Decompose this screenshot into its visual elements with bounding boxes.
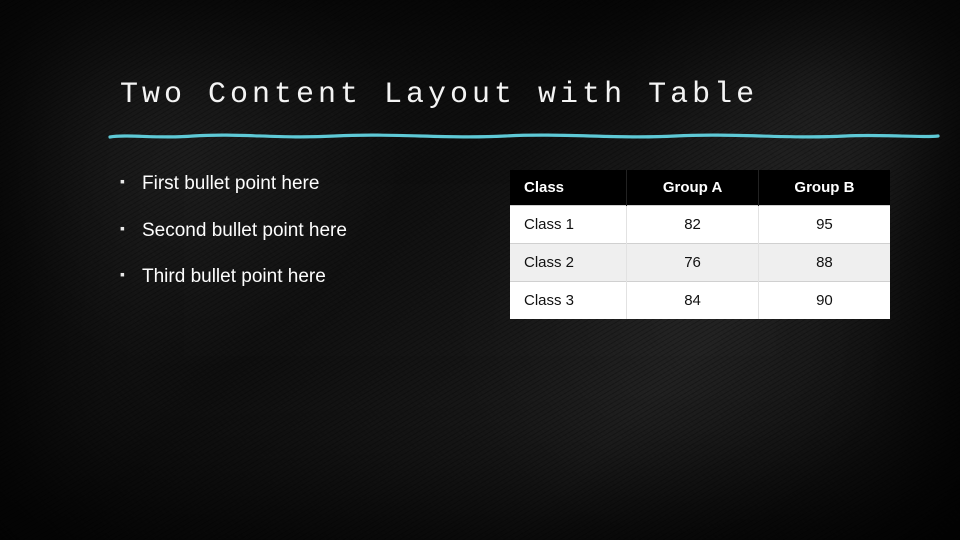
bullet-text: Third bullet point here [142, 266, 326, 287]
title-underline [108, 130, 940, 136]
bullet-list: First bullet point here Second bullet po… [120, 170, 470, 312]
table-header-cell: Group A [627, 170, 759, 206]
table-cell: Class 3 [510, 282, 627, 320]
table-cell: 88 [758, 244, 890, 282]
table-cell: 82 [627, 206, 759, 244]
table-cell: Class 2 [510, 244, 627, 282]
table-row: Class 3 84 90 [510, 282, 890, 320]
table-cell: 84 [627, 282, 759, 320]
slide-title: Two Content Layout with Table [120, 78, 900, 112]
table-cell: 76 [627, 244, 759, 282]
data-table-container: Class Group A Group B Class 1 82 95 Clas… [510, 170, 890, 319]
list-item: Second bullet point here [120, 219, 470, 244]
table-header-cell: Group B [758, 170, 890, 206]
table-cell: 90 [758, 282, 890, 320]
table-row: Class 2 76 88 [510, 244, 890, 282]
list-item: First bullet point here [120, 172, 470, 197]
table-header-row: Class Group A Group B [510, 170, 890, 206]
table-cell: Class 1 [510, 206, 627, 244]
bullet-text: Second bullet point here [142, 220, 347, 241]
table-header-cell: Class [510, 170, 627, 206]
data-table: Class Group A Group B Class 1 82 95 Clas… [510, 170, 890, 319]
table-cell: 95 [758, 206, 890, 244]
table-row: Class 1 82 95 [510, 206, 890, 244]
list-item: Third bullet point here [120, 265, 470, 290]
slide: Two Content Layout with Table First bull… [0, 0, 960, 540]
content-row: First bullet point here Second bullet po… [120, 170, 900, 319]
bullet-text: First bullet point here [142, 173, 319, 194]
